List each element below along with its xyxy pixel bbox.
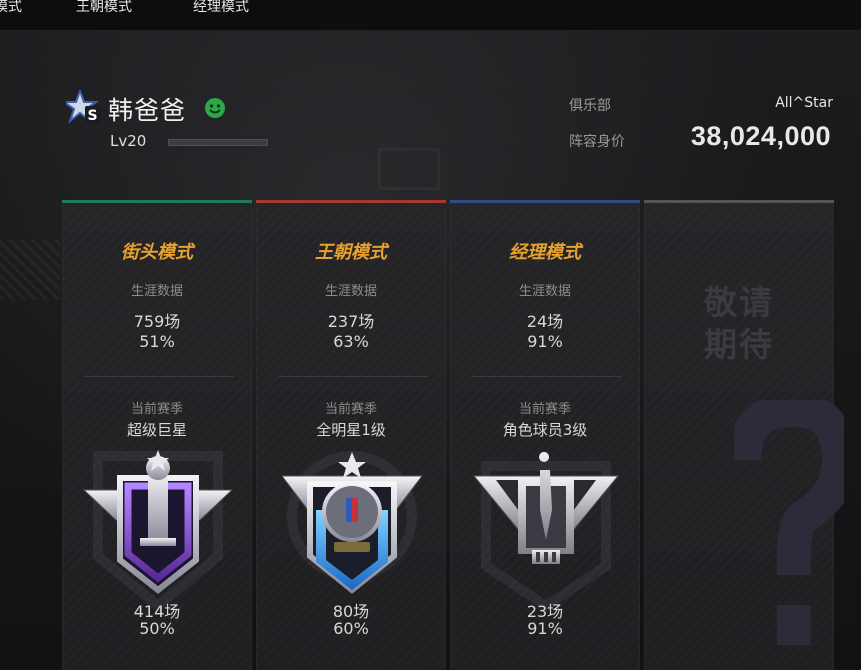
card-title: 经理模式: [509, 242, 581, 263]
career-win-rate: 51%: [139, 332, 175, 351]
coming-soon-text: 敬请 期待: [644, 282, 834, 366]
superstar-trophy-badge-icon: [82, 450, 234, 594]
manager-mode-card[interactable]: 经理模式 生涯数据 24场 91% 当前赛季 角色球员3级 23场 91%: [450, 200, 640, 670]
club-label: 俱乐部: [569, 98, 611, 114]
season-label: 当前赛季: [518, 402, 571, 417]
tab-mode[interactable]: 模式: [0, 0, 22, 18]
mode-tab-bar: 模式 王朝模式 经理模式: [0, 0, 861, 31]
street-mode-card[interactable]: 街头模式 生涯数据 759场 51% 当前赛季 超级巨星 414场 50%: [62, 200, 252, 670]
card-title: 街头模式: [121, 242, 193, 263]
card-accent-line: [644, 200, 834, 203]
tab-manager-mode[interactable]: 经理模式: [193, 0, 249, 18]
player-level: Lv20: [110, 132, 147, 150]
career-label: 生涯数据: [324, 284, 377, 299]
career-win-rate: 63%: [333, 332, 369, 351]
background-court-graphic: [0, 240, 60, 300]
card-divider: [472, 376, 622, 377]
role-player-badge-icon: [472, 452, 620, 564]
question-mark-icon: [734, 400, 844, 645]
star-rank-letter: S: [87, 108, 97, 124]
career-games: 24场: [526, 312, 564, 331]
season-win-rate: 91%: [527, 619, 563, 638]
career-label: 生涯数据: [518, 284, 571, 299]
tab-dynasty-mode[interactable]: 王朝模式: [76, 0, 132, 18]
lineup-value-label: 阵容身价: [569, 134, 625, 150]
card-accent-line: [450, 200, 640, 203]
career-win-rate: 91%: [527, 332, 563, 351]
card-accent-line: [62, 200, 252, 203]
card-divider: [278, 376, 428, 377]
background-hoop-graphic: [378, 148, 440, 190]
allstar-mvp-badge-icon: [280, 452, 424, 594]
season-label: 当前赛季: [324, 402, 377, 417]
career-label: 生涯数据: [130, 284, 183, 299]
lineup-value-amount: 38,024,000: [690, 121, 831, 151]
season-win-rate: 60%: [333, 619, 369, 638]
card-accent-line: [256, 200, 446, 203]
smiley-online-icon: [205, 98, 225, 118]
dynasty-mode-card[interactable]: 王朝模式 生涯数据 237场 63% 当前赛季 全明星1级 80场 60%: [256, 200, 446, 670]
player-name: 韩爸爸: [108, 96, 187, 125]
coming-soon-line1: 敬请: [704, 283, 774, 322]
card-title: 王朝模式: [315, 242, 387, 263]
card-divider: [84, 376, 234, 377]
career-overview-screen: 模式 王朝模式 经理模式 S 韩爸爸 Lv20 俱乐部 All^Star 阵容身…: [0, 0, 861, 670]
coming-soon-card: 敬请 期待: [644, 200, 844, 670]
star-rank-icon: S: [66, 90, 100, 124]
xp-progress-bar: [168, 139, 268, 146]
career-games: 759场: [133, 312, 181, 331]
season-label: 当前赛季: [130, 402, 183, 417]
career-games: 237场: [327, 312, 375, 331]
season-win-rate: 50%: [139, 619, 175, 638]
club-name: All^Star: [775, 95, 833, 111]
coming-soon-line2: 期待: [704, 325, 774, 364]
